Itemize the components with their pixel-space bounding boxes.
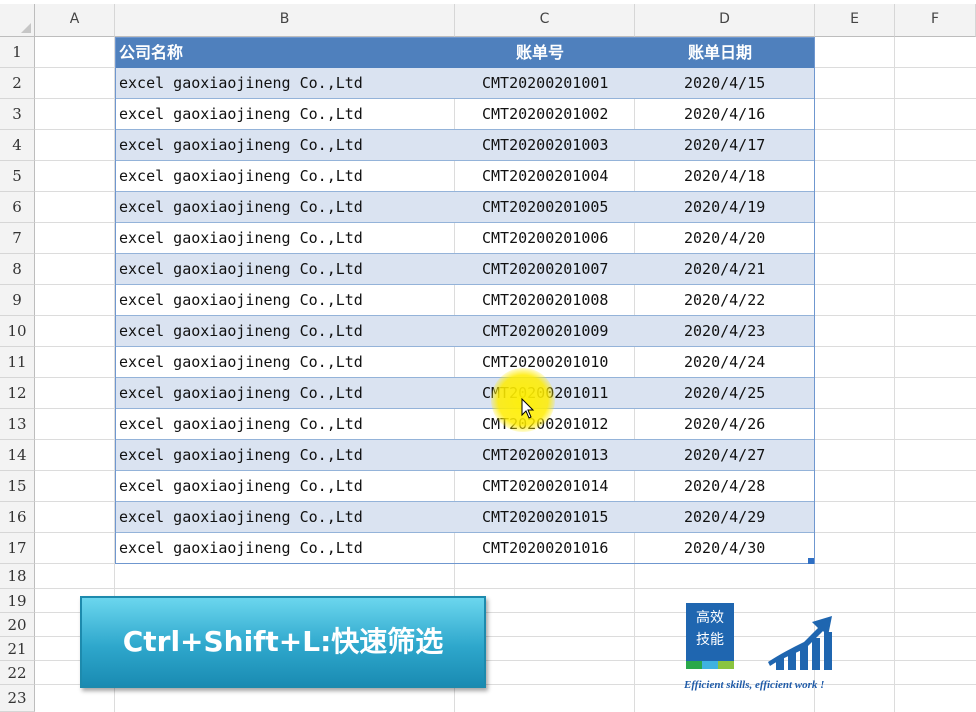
- row-header-14[interactable]: 14: [0, 440, 35, 471]
- column-header-f[interactable]: F: [895, 4, 976, 37]
- row-header-12[interactable]: 12: [0, 378, 35, 409]
- bill-date-cell[interactable]: 2020/4/15: [684, 68, 765, 99]
- bill-date-cell[interactable]: 2020/4/27: [684, 440, 765, 471]
- row-header-3[interactable]: 3: [0, 99, 35, 130]
- company-name-cell[interactable]: excel gaoxiaojineng Co.,Ltd: [119, 347, 363, 378]
- select-all-icon: [21, 23, 31, 33]
- row-header-5[interactable]: 5: [0, 161, 35, 192]
- company-name-cell[interactable]: excel gaoxiaojineng Co.,Ltd: [119, 192, 363, 223]
- bill-date-cell[interactable]: 2020/4/23: [684, 316, 765, 347]
- column-header-c[interactable]: C: [455, 4, 635, 37]
- bill-number-cell[interactable]: CMT20200201010: [482, 347, 608, 378]
- bill-number-cell[interactable]: CMT20200201005: [482, 192, 608, 223]
- stripe-lime: [718, 661, 734, 669]
- company-name-cell[interactable]: excel gaoxiaojineng Co.,Ltd: [119, 316, 363, 347]
- logo-box: 高效 技能: [686, 603, 734, 661]
- table-resize-handle[interactable]: [808, 558, 814, 564]
- row-header-23[interactable]: 23: [0, 685, 35, 712]
- row-header-18[interactable]: 18: [0, 564, 35, 589]
- grid-hline: [35, 588, 976, 589]
- bill-date-cell[interactable]: 2020/4/29: [684, 502, 765, 533]
- logo-tagline: Efficient skills, efficient work !: [684, 679, 825, 691]
- brand-logo: 高效 技能 Efficient skills, efficient work !: [684, 603, 844, 695]
- stripe-green: [686, 661, 702, 669]
- company-name-cell[interactable]: excel gaoxiaojineng Co.,Ltd: [119, 378, 363, 409]
- bill-date-cell[interactable]: 2020/4/26: [684, 409, 765, 440]
- header-company-name[interactable]: 公司名称: [119, 37, 183, 68]
- column-header-e[interactable]: E: [815, 4, 895, 37]
- company-name-cell[interactable]: excel gaoxiaojineng Co.,Ltd: [119, 285, 363, 316]
- select-all-corner[interactable]: [0, 4, 35, 37]
- bill-number-cell[interactable]: CMT20200201002: [482, 99, 608, 130]
- company-name-cell[interactable]: excel gaoxiaojineng Co.,Ltd: [119, 223, 363, 254]
- row-header-22[interactable]: 22: [0, 661, 35, 685]
- row-header-9[interactable]: 9: [0, 285, 35, 316]
- row-header-4[interactable]: 4: [0, 130, 35, 161]
- table-header-row: 公司名称 账单号 账单日期: [115, 37, 815, 68]
- company-name-cell[interactable]: excel gaoxiaojineng Co.,Ltd: [119, 161, 363, 192]
- row-header-10[interactable]: 10: [0, 316, 35, 347]
- logo-line-2: 技能: [696, 632, 724, 648]
- column-header-a[interactable]: A: [35, 4, 115, 37]
- row-header-8[interactable]: 8: [0, 254, 35, 285]
- bill-number-cell[interactable]: CMT20200201015: [482, 502, 608, 533]
- growth-chart-icon: [768, 616, 832, 670]
- grid-vline: [894, 37, 895, 712]
- bill-date-cell[interactable]: 2020/4/18: [684, 161, 765, 192]
- row-header-16[interactable]: 16: [0, 502, 35, 533]
- header-bill-date[interactable]: 账单日期: [688, 37, 752, 68]
- bill-number-cell[interactable]: CMT20200201007: [482, 254, 608, 285]
- company-name-cell[interactable]: excel gaoxiaojineng Co.,Ltd: [119, 99, 363, 130]
- row-header-21[interactable]: 21: [0, 637, 35, 661]
- bill-date-cell[interactable]: 2020/4/22: [684, 285, 765, 316]
- bill-date-cell[interactable]: 2020/4/17: [684, 130, 765, 161]
- company-name-cell[interactable]: excel gaoxiaojineng Co.,Ltd: [119, 533, 363, 564]
- row-header-1[interactable]: 1: [0, 37, 35, 68]
- company-name-cell[interactable]: excel gaoxiaojineng Co.,Ltd: [119, 471, 363, 502]
- company-name-cell[interactable]: excel gaoxiaojineng Co.,Ltd: [119, 409, 363, 440]
- bill-date-cell[interactable]: 2020/4/28: [684, 471, 765, 502]
- bill-number-cell[interactable]: CMT20200201016: [482, 533, 608, 564]
- bill-number-cell[interactable]: CMT20200201001: [482, 68, 608, 99]
- bill-date-cell[interactable]: 2020/4/20: [684, 223, 765, 254]
- row-header-7[interactable]: 7: [0, 223, 35, 254]
- bill-number-cell[interactable]: CMT20200201004: [482, 161, 608, 192]
- column-header-d[interactable]: D: [635, 4, 815, 37]
- logo-stripe: [686, 661, 734, 669]
- bill-date-cell[interactable]: 2020/4/19: [684, 192, 765, 223]
- bill-number-cell[interactable]: CMT20200201008: [482, 285, 608, 316]
- bill-date-cell[interactable]: 2020/4/30: [684, 533, 765, 564]
- stripe-cyan: [702, 661, 718, 669]
- bill-number-cell[interactable]: CMT20200201014: [482, 471, 608, 502]
- company-name-cell[interactable]: excel gaoxiaojineng Co.,Ltd: [119, 68, 363, 99]
- row-header-20[interactable]: 20: [0, 613, 35, 637]
- company-name-cell[interactable]: excel gaoxiaojineng Co.,Ltd: [119, 254, 363, 285]
- row-header-13[interactable]: 13: [0, 409, 35, 440]
- company-name-cell[interactable]: excel gaoxiaojineng Co.,Ltd: [119, 440, 363, 471]
- shortcut-banner-text: Ctrl+Shift+L:快速筛选: [122, 625, 444, 658]
- bill-number-cell[interactable]: CMT20200201013: [482, 440, 608, 471]
- shortcut-banner: Ctrl+Shift+L:快速筛选: [80, 596, 486, 688]
- company-name-cell[interactable]: excel gaoxiaojineng Co.,Ltd: [119, 502, 363, 533]
- bill-date-cell[interactable]: 2020/4/16: [684, 99, 765, 130]
- row-header-6[interactable]: 6: [0, 192, 35, 223]
- logo-line-1: 高效: [696, 610, 724, 626]
- bill-number-cell[interactable]: CMT20200201009: [482, 316, 608, 347]
- header-bill-number[interactable]: 账单号: [516, 37, 564, 68]
- mouse-pointer-icon: [521, 398, 535, 419]
- bill-date-cell[interactable]: 2020/4/24: [684, 347, 765, 378]
- row-header-19[interactable]: 19: [0, 589, 35, 613]
- bill-date-cell[interactable]: 2020/4/25: [684, 378, 765, 409]
- spreadsheet: ABCDEF 1 2 3 4 5 6 7 8 9 10 11 12 13 14 15 16 17 18 19 20 21…: [0, 0, 976, 712]
- column-header-b[interactable]: B: [115, 4, 455, 37]
- row-header-11[interactable]: 11: [0, 347, 35, 378]
- row-header-2[interactable]: 2: [0, 68, 35, 99]
- company-name-cell[interactable]: excel gaoxiaojineng Co.,Ltd: [119, 130, 363, 161]
- row-header-17[interactable]: 17: [0, 533, 35, 564]
- row-header-15[interactable]: 15: [0, 471, 35, 502]
- bill-number-cell[interactable]: CMT20200201003: [482, 130, 608, 161]
- bill-number-cell[interactable]: CMT20200201006: [482, 223, 608, 254]
- bill-date-cell[interactable]: 2020/4/21: [684, 254, 765, 285]
